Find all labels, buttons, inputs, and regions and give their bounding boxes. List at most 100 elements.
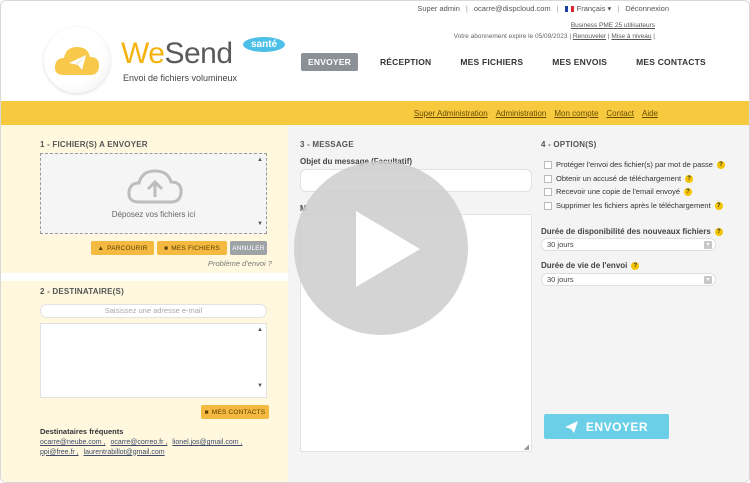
nav-envoyer[interactable]: ENVOYER xyxy=(301,53,358,71)
sante-badge: santé xyxy=(243,37,286,52)
brand-we: We xyxy=(121,37,165,70)
brand-send: Send xyxy=(164,37,233,70)
checkbox[interactable] xyxy=(544,174,552,183)
option-label: Supprimer les fichiers après le téléchar… xyxy=(556,201,711,210)
options-section-title: 4 - OPTION(S) xyxy=(541,140,597,149)
admin-link-admin[interactable]: Administration xyxy=(496,109,547,118)
help-icon[interactable]: ? xyxy=(685,174,694,183)
brand-tagline: Envoi de fichiers volumineux xyxy=(123,73,238,83)
recipients-section-title: 2 - DESTINATAIRE(S) xyxy=(40,287,124,296)
chevron-down-icon: ▾ xyxy=(607,3,612,13)
option-label: Protéger l'envoi des fichier(s) par mot … xyxy=(556,160,713,169)
file-dropzone[interactable]: Déposez vos fichiers ici ▲ ▼ xyxy=(40,153,267,234)
availability-select[interactable]: 30 jours ▾ xyxy=(541,238,716,251)
france-flag-icon xyxy=(564,5,574,12)
play-icon xyxy=(356,211,420,287)
logo-badge xyxy=(44,27,110,93)
send-button-label: ENVOYER xyxy=(585,419,649,434)
user-email-link[interactable]: ocarre@dispcloud.com xyxy=(474,4,551,13)
my-contacts-label: MES CONTACTS xyxy=(211,408,266,416)
browse-button[interactable]: ▲ PARCOURIR xyxy=(91,241,154,255)
message-section-title: 3 - MESSAGE xyxy=(300,140,354,149)
chevron-down-icon: ▾ xyxy=(704,276,712,284)
logout-link[interactable]: Déconnexion xyxy=(625,4,669,13)
frequent-recipient[interactable]: laurentrabillot@gmail.com xyxy=(84,449,165,456)
help-icon[interactable]: ? xyxy=(714,227,723,236)
video-play-button[interactable] xyxy=(294,161,468,335)
frequent-recipient[interactable]: ocarre@correo.fr , xyxy=(110,439,167,446)
admin-link-contact[interactable]: Contact xyxy=(606,109,634,118)
option-label: Obtenir un accusé de téléchargement xyxy=(556,174,682,183)
option-label: Recevoir une copie de l'email envoyé xyxy=(556,187,681,196)
cloud-send-icon xyxy=(54,47,100,75)
availability-label-text: Durée de disponibilité des nouveaux fich… xyxy=(541,227,711,236)
upgrade-link[interactable]: Mise à niveau xyxy=(611,33,651,40)
recipients-list[interactable]: ▲ ▼ xyxy=(40,323,267,398)
lifetime-value: 30 jours xyxy=(547,275,574,284)
section-divider xyxy=(1,273,288,281)
language-label: Français xyxy=(576,3,606,13)
option-password[interactable]: Protéger l'envoi des fichier(s) par mot … xyxy=(544,160,725,169)
main-nav: ENVOYER RÉCEPTION MES FICHIERS MES ENVOI… xyxy=(301,53,728,71)
cloud-upload-icon xyxy=(127,169,183,204)
availability-value: 30 jours xyxy=(547,240,574,249)
subscription-expiry: Votre abonnement expire le 05/09/2023 | … xyxy=(453,33,655,40)
browse-label: PARCOURIR xyxy=(107,244,148,252)
chevron-down-icon: ▾ xyxy=(704,241,712,249)
dropzone-text: Déposez vos fichiers ici xyxy=(111,210,196,219)
admin-link-account[interactable]: Mon compte xyxy=(554,109,598,118)
admin-link-super[interactable]: Super Administration xyxy=(414,109,488,118)
option-receipt[interactable]: Obtenir un accusé de téléchargement? xyxy=(544,174,694,183)
resize-handle-icon[interactable]: ◢ xyxy=(524,443,529,451)
app-window: Super admin | ocarre@dispcloud.com | Fra… xyxy=(0,0,750,483)
my-files-label: MES FICHIERS xyxy=(171,244,220,252)
paper-plane-icon xyxy=(564,420,578,433)
option-copy[interactable]: Recevoir une copie de l'email envoyé? xyxy=(544,187,693,196)
admin-bar: Super Administration Administration Mon … xyxy=(1,101,749,125)
nav-mes-contacts[interactable]: MES CONTACTS xyxy=(629,53,713,71)
my-contacts-button[interactable]: ■ MES CONTACTS xyxy=(201,405,269,419)
frequent-recipient[interactable]: ppi@free.fr , xyxy=(40,449,79,456)
frequent-recipient[interactable]: lionel.jos@gmail.com , xyxy=(172,439,242,446)
user-bar: Super admin | ocarre@dispcloud.com | Fra… xyxy=(417,1,749,15)
separator: | xyxy=(556,3,559,13)
my-files-button[interactable]: ■ MES FICHIERS xyxy=(157,241,227,255)
renew-link[interactable]: Renouveler xyxy=(573,33,606,40)
frequent-recipient[interactable]: ocarre@neube.com , xyxy=(40,439,105,446)
checkbox[interactable] xyxy=(544,201,552,210)
send-button[interactable]: ENVOYER xyxy=(544,414,669,439)
cancel-button[interactable]: ANNULER xyxy=(230,241,267,255)
lifetime-label: Durée de vie de l'envoi? xyxy=(541,261,640,270)
frequent-recipients-title: Destinataires fréquents xyxy=(40,427,124,436)
user-icon: ▲ xyxy=(97,244,105,252)
help-icon[interactable]: ? xyxy=(714,201,723,210)
brand-logo: WeSend xyxy=(121,37,233,71)
lifetime-select[interactable]: 30 jours ▾ xyxy=(541,273,716,286)
language-selector[interactable]: Français ▾ xyxy=(564,3,612,13)
upload-problem-link[interactable]: Problème d'envoi ? xyxy=(208,259,272,268)
user-role: Super admin xyxy=(417,3,460,13)
availability-label: Durée de disponibilité des nouveaux fich… xyxy=(541,227,723,236)
checkbox[interactable] xyxy=(544,187,552,196)
admin-link-help[interactable]: Aide xyxy=(642,109,658,118)
recipient-email-input[interactable]: Saisissez une adresse e-mail xyxy=(40,304,267,318)
frequent-recipients-list: ocarre@neube.com , ocarre@correo.fr , li… xyxy=(40,438,270,457)
scrollbar[interactable]: ▲ ▼ xyxy=(257,326,263,390)
nav-reception[interactable]: RÉCEPTION xyxy=(373,53,438,71)
header: WeSend santé Envoi de fichiers volumineu… xyxy=(1,15,749,101)
subscription-info: Business PME 25 utilisateurs Votre abonn… xyxy=(454,20,655,42)
nav-mes-envois[interactable]: MES ENVOIS xyxy=(545,53,614,71)
separator: | xyxy=(617,3,620,13)
separator: | xyxy=(465,3,468,13)
help-icon[interactable]: ? xyxy=(631,261,640,270)
help-icon[interactable]: ? xyxy=(716,160,725,169)
scrollbar[interactable]: ▲ ▼ xyxy=(257,156,263,228)
subscription-plan[interactable]: Business PME 25 utilisateurs xyxy=(454,20,655,31)
lifetime-label-text: Durée de vie de l'envoi xyxy=(541,261,628,270)
files-section-title: 1 - FICHIER(S) A ENVOYER xyxy=(40,140,148,149)
help-icon[interactable]: ? xyxy=(684,187,693,196)
option-delete[interactable]: Supprimer les fichiers après le téléchar… xyxy=(544,201,723,210)
contacts-icon: ■ xyxy=(204,408,209,416)
checkbox[interactable] xyxy=(544,160,552,169)
nav-mes-fichiers[interactable]: MES FICHIERS xyxy=(453,53,530,71)
